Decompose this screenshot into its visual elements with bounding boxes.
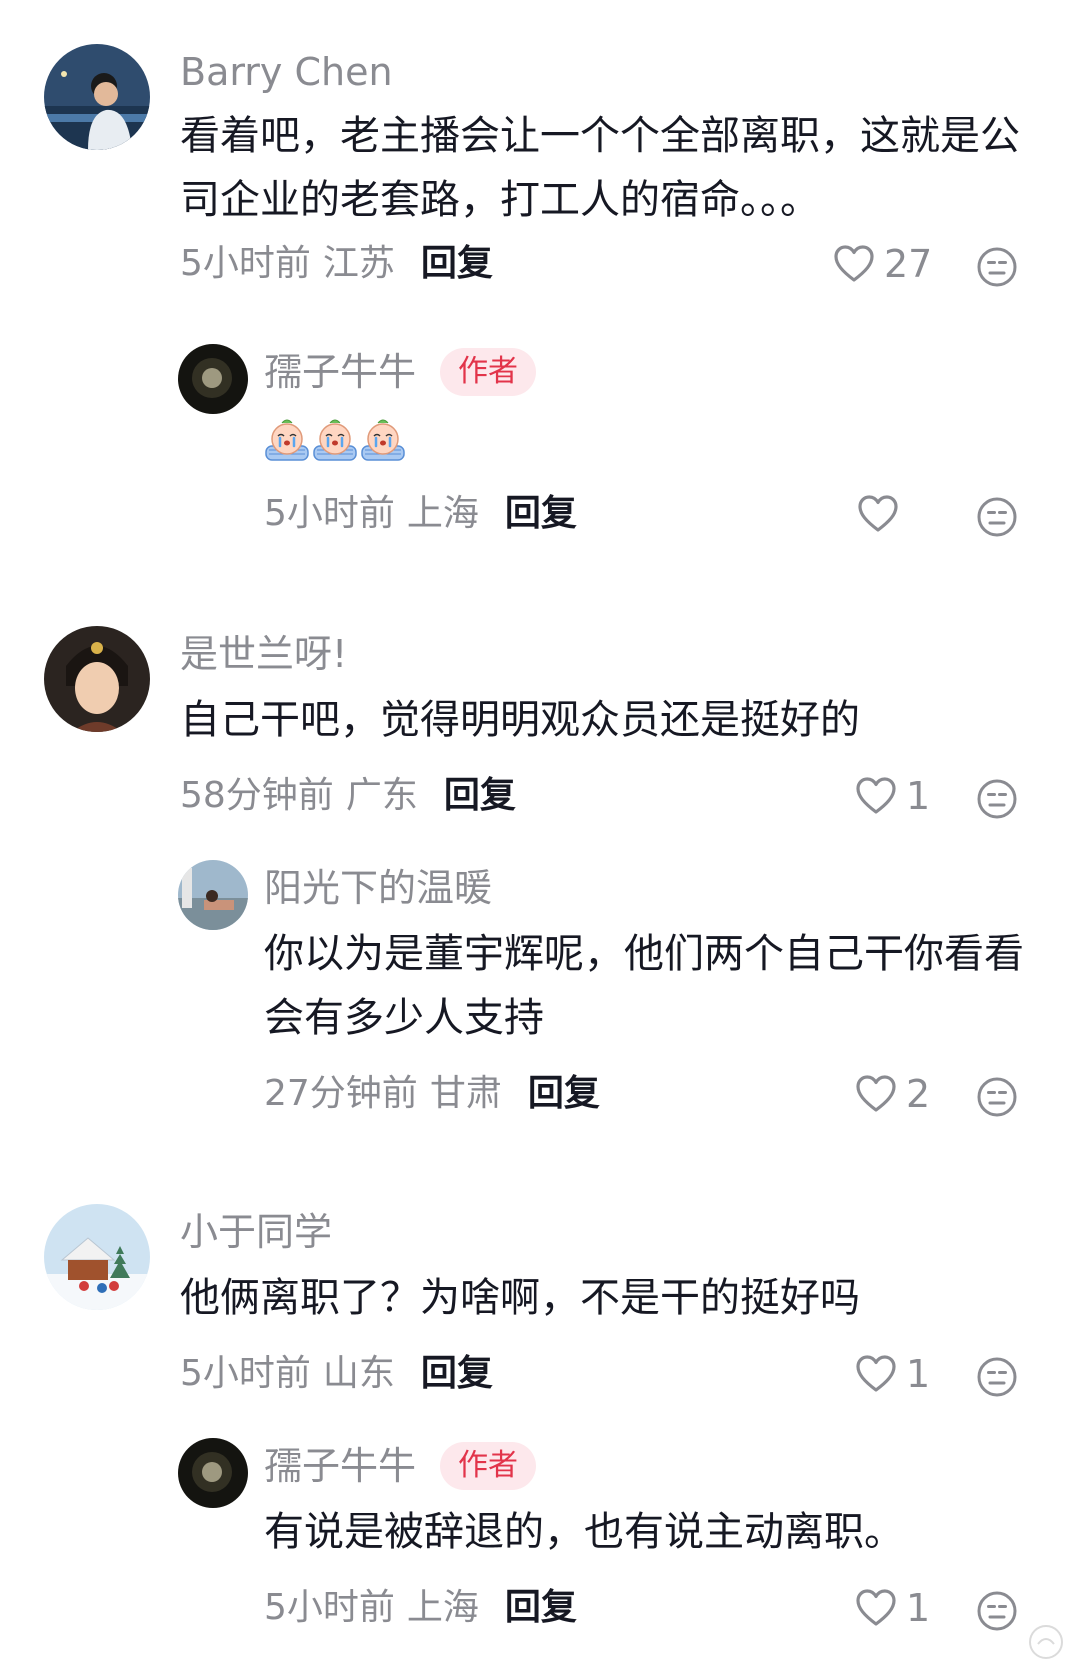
sticker-row: [264, 416, 406, 462]
like-button[interactable]: 1: [854, 1350, 930, 1398]
comment-meta: 58分钟前 广东 回复: [180, 772, 516, 820]
comment-meta: 5小时前 江苏 回复: [180, 240, 493, 288]
avatar[interactable]: [44, 44, 150, 150]
comment-text: 他俩离职了？为啥啊，不是干的挺好吗: [180, 1275, 860, 1321]
comment-location: 江苏: [322, 243, 395, 284]
dislike-button[interactable]: [976, 1076, 1018, 1118]
avatar[interactable]: [44, 1204, 150, 1310]
reply-button[interactable]: 回复: [444, 775, 516, 816]
dislike-button[interactable]: [976, 778, 1018, 820]
unhappy-face-icon: [976, 246, 1018, 288]
heart-outline-icon: [832, 242, 876, 286]
comment-time: 5小时前: [180, 1353, 311, 1394]
comment-location: 山东: [322, 1353, 395, 1394]
comment-time: 27分钟前: [264, 1073, 418, 1114]
unhappy-face-icon: [976, 1356, 1018, 1398]
like-count: 27: [884, 242, 933, 286]
comment-time: 5小时前: [180, 243, 311, 284]
unhappy-face-icon: [976, 1076, 1018, 1118]
comment-meta: 27分钟前 甘肃 回复: [264, 1070, 600, 1118]
comment-location: 上海: [406, 1587, 479, 1628]
dislike-button[interactable]: [976, 496, 1018, 538]
avatar[interactable]: [44, 626, 150, 732]
like-button[interactable]: 27: [832, 240, 932, 288]
comment-text: 自己干吧，觉得明明观众员还是挺好的: [180, 697, 860, 743]
dislike-button[interactable]: [976, 1590, 1018, 1632]
avatar[interactable]: [178, 344, 248, 414]
like-count: 1: [906, 1352, 931, 1396]
unhappy-face-icon: [976, 496, 1018, 538]
like-button[interactable]: 1: [854, 1584, 930, 1632]
reply-button[interactable]: 回复: [505, 1587, 577, 1628]
comment-text: 看着吧，老主播会让一个个全部离职，这就是公司企业的老套路，打工人的宿命。。。: [180, 113, 1020, 223]
author-badge: 作者: [440, 348, 536, 396]
like-button[interactable]: 2: [854, 1070, 930, 1118]
comment-location: 上海: [406, 493, 479, 534]
user-name[interactable]: 小于同学: [180, 1208, 332, 1256]
comment-time: 5小时前: [264, 1587, 395, 1628]
heart-outline-icon: [854, 774, 898, 818]
reply-button[interactable]: 回复: [528, 1073, 600, 1114]
like-count: 1: [906, 774, 931, 818]
comment-time: 5小时前: [264, 493, 395, 534]
comment-text: 有说是被辞退的，也有说主动离职。: [264, 1509, 904, 1555]
comment-text: 你以为是董宇辉呢，他们两个自己干你看看会有多少人支持: [264, 931, 1024, 1041]
like-count: 2: [906, 1072, 931, 1116]
like-button[interactable]: [856, 490, 908, 538]
dislike-button[interactable]: [976, 1356, 1018, 1398]
user-name[interactable]: Barry Chen: [180, 48, 393, 96]
reply-button[interactable]: 回复: [505, 493, 577, 534]
author-badge: 作者: [440, 1442, 536, 1490]
comment-time: 58分钟前: [180, 775, 334, 816]
heart-outline-icon: [854, 1586, 898, 1630]
crying-sticker-icon: [360, 416, 406, 462]
crying-sticker-icon: [312, 416, 358, 462]
user-name[interactable]: 孺子牛牛: [264, 348, 416, 396]
comment-meta: 5小时前 上海 回复: [264, 490, 577, 538]
heart-outline-icon: [854, 1352, 898, 1396]
user-name[interactable]: 是世兰呀!: [180, 630, 347, 678]
comment-meta: 5小时前 上海 回复: [264, 1584, 577, 1632]
comment-location: 广东: [345, 775, 418, 816]
like-button[interactable]: 1: [854, 772, 930, 820]
heart-outline-icon: [854, 1072, 898, 1116]
watermark-logo-icon: [1029, 1625, 1063, 1659]
avatar[interactable]: [178, 1438, 248, 1508]
comment-location: 甘肃: [429, 1073, 502, 1114]
comment-thread: Barry Chen 看着吧，老主播会让一个个全部离职，这就是公司企业的老套路，…: [0, 0, 1080, 1668]
reply-button[interactable]: 回复: [421, 243, 493, 284]
crying-sticker-icon: [264, 416, 310, 462]
user-name[interactable]: 孺子牛牛: [264, 1442, 416, 1490]
unhappy-face-icon: [976, 1590, 1018, 1632]
avatar[interactable]: [178, 860, 248, 930]
reply-button[interactable]: 回复: [421, 1353, 493, 1394]
dislike-button[interactable]: [976, 246, 1018, 288]
like-count: 1: [906, 1586, 931, 1630]
heart-outline-icon: [856, 492, 900, 536]
unhappy-face-icon: [976, 778, 1018, 820]
user-name[interactable]: 阳光下的温暖: [264, 864, 492, 912]
comment-meta: 5小时前 山东 回复: [180, 1350, 493, 1398]
